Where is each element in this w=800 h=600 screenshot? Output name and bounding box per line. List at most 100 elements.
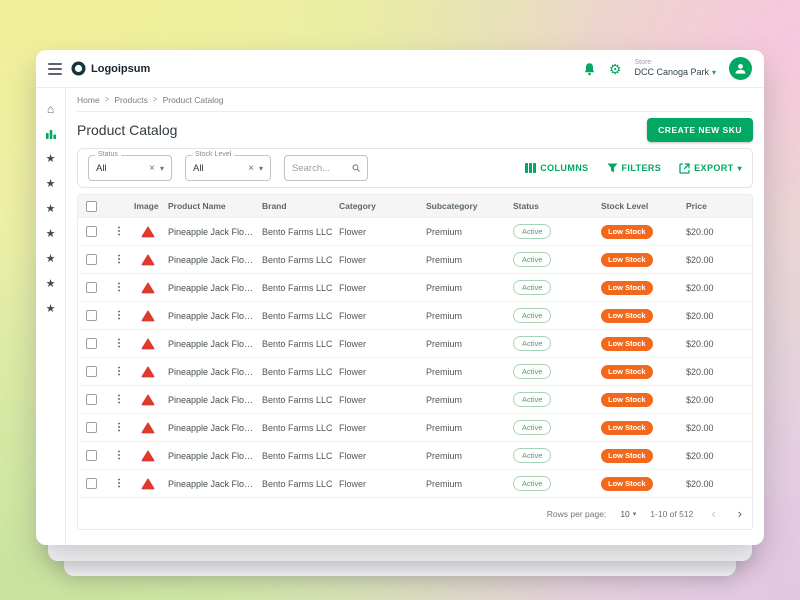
store-label: Store — [634, 58, 652, 66]
sidebar-item-favorite-3[interactable]: ★ — [36, 196, 65, 221]
row-checkbox[interactable] — [85, 282, 97, 293]
table-row: ⋮ Pineapple Jack Flower Bento Farms LLC … — [78, 217, 752, 245]
row-checkbox[interactable] — [85, 394, 97, 405]
menu-hamburger-icon[interactable] — [48, 62, 62, 75]
table-row: ⋮ Pineapple Jack Flower Bento Farms LLC … — [78, 385, 752, 413]
table-row: ⋮ Pineapple Jack Flower Bento Farms LLC … — [78, 357, 752, 385]
col-header-stock-level[interactable]: Stock Level — [601, 201, 686, 211]
breadcrumb-products[interactable]: Products — [114, 95, 148, 105]
create-new-sku-button[interactable]: CREATE NEW SKU — [647, 118, 753, 142]
row-menu-kebab-icon[interactable]: ⋮ — [108, 254, 134, 265]
row-menu-kebab-icon[interactable]: ⋮ — [108, 282, 134, 293]
row-checkbox[interactable] — [85, 422, 97, 433]
row-menu-kebab-icon[interactable]: ⋮ — [108, 450, 134, 461]
avatar[interactable] — [729, 57, 752, 80]
store-selector[interactable]: Store DCC Canoga Park ▾ — [634, 59, 716, 78]
chevron-down-icon[interactable]: ▾ — [259, 164, 263, 173]
export-button[interactable]: EXPORT ▾ — [679, 162, 742, 174]
row-checkbox[interactable] — [85, 338, 97, 349]
category-cell: Flower — [339, 478, 367, 489]
sidebar-item-products[interactable] — [36, 121, 65, 146]
clear-icon[interactable]: × — [248, 163, 254, 174]
row-menu-kebab-icon[interactable]: ⋮ — [108, 226, 134, 237]
status-badge: Active — [513, 336, 552, 351]
col-header-image[interactable]: Image — [134, 201, 168, 211]
status-badge: Active — [513, 280, 552, 295]
brand-cell: Bento Farms LLC — [262, 450, 333, 461]
logo-icon — [71, 61, 86, 76]
export-button-label: EXPORT — [694, 163, 734, 173]
sidebar-item-favorite-6[interactable]: ★ — [36, 271, 65, 296]
row-checkbox[interactable] — [85, 226, 97, 237]
sidebar-item-home[interactable]: ⌂ — [36, 96, 65, 121]
price-cell: $20.00 — [686, 254, 714, 265]
category-cell: Flower — [339, 310, 367, 321]
prev-page-button[interactable]: ‹ — [707, 507, 719, 520]
rows-per-page-select[interactable]: 10 ▾ — [620, 509, 636, 519]
col-header-subcategory[interactable]: Subcategory — [426, 201, 513, 211]
stock-level-filter-select[interactable]: Stock Level All × ▾ — [185, 151, 271, 181]
row-checkbox[interactable] — [85, 478, 97, 489]
sidebar-item-favorite-5[interactable]: ★ — [36, 246, 65, 271]
col-header-brand[interactable]: Brand — [262, 201, 339, 211]
brand-cell: Bento Farms LLC — [262, 254, 333, 265]
subcategory-cell: Premium — [426, 366, 463, 377]
row-checkbox[interactable] — [85, 310, 97, 321]
stock-level-badge: Low Stock — [601, 448, 653, 463]
chevron-down-icon[interactable]: ▾ — [160, 164, 164, 173]
bell-icon[interactable] — [583, 62, 596, 76]
breadcrumb-separator: > — [104, 95, 110, 104]
row-menu-kebab-icon[interactable]: ⋮ — [108, 338, 134, 349]
sidebar-item-favorite-7[interactable]: ★ — [36, 296, 65, 321]
row-menu-kebab-icon[interactable]: ⋮ — [108, 478, 134, 489]
product-image-icon — [141, 226, 155, 237]
rows-per-page-label: Rows per page: — [546, 508, 607, 519]
select-all-checkbox[interactable] — [85, 200, 97, 212]
col-header-price[interactable]: Price — [686, 201, 752, 211]
logo: Logoipsum — [71, 61, 150, 76]
row-checkbox[interactable] — [85, 254, 97, 265]
filter-bar: Status All × ▾ Stock Level All × ▾ Searc… — [77, 148, 753, 188]
clear-icon[interactable]: × — [149, 163, 155, 174]
product-name-cell: Pineapple Jack Flower — [168, 478, 259, 489]
row-menu-kebab-icon[interactable]: ⋮ — [108, 422, 134, 433]
sidebar-item-favorite-2[interactable]: ★ — [36, 171, 65, 196]
star-icon: ★ — [45, 303, 56, 315]
subcategory-cell: Premium — [426, 422, 463, 433]
col-header-product-name[interactable]: Product Name — [168, 201, 262, 211]
table-row: ⋮ Pineapple Jack Flower Bento Farms LLC … — [78, 273, 752, 301]
brand-cell: Bento Farms LLC — [262, 338, 333, 349]
person-icon — [735, 64, 746, 74]
row-menu-kebab-icon[interactable]: ⋮ — [108, 310, 134, 321]
table-row: ⋮ Pineapple Jack Flower Bento Farms LLC … — [78, 301, 752, 329]
breadcrumb-separator: > — [152, 95, 158, 104]
col-header-status[interactable]: Status — [513, 201, 601, 211]
sidebar-item-favorite-4[interactable]: ★ — [36, 221, 65, 246]
search-input[interactable] — [292, 162, 348, 174]
page-title: Product Catalog — [77, 122, 178, 138]
price-cell: $20.00 — [686, 226, 714, 237]
sidebar-item-favorite-1[interactable]: ★ — [36, 146, 65, 171]
search-icon — [352, 164, 360, 172]
breadcrumb-home[interactable]: Home — [77, 95, 100, 105]
row-menu-kebab-icon[interactable]: ⋮ — [108, 366, 134, 377]
category-cell: Flower — [339, 226, 367, 237]
subcategory-cell: Premium — [426, 478, 463, 489]
row-checkbox[interactable] — [85, 366, 97, 377]
columns-button[interactable]: COLUMNS — [525, 163, 588, 173]
subcategory-cell: Premium — [426, 282, 463, 293]
col-header-category[interactable]: Category — [339, 201, 426, 211]
status-filter-select[interactable]: Status All × ▾ — [88, 151, 172, 181]
filters-button[interactable]: FILTERS — [607, 163, 662, 173]
row-checkbox[interactable] — [85, 450, 97, 461]
filters-button-label: FILTERS — [621, 163, 662, 173]
gear-icon[interactable]: ⚙ — [609, 62, 622, 76]
category-cell: Flower — [339, 282, 367, 293]
next-page-button[interactable]: › — [734, 507, 746, 520]
pagination-range: 1-10 of 512 — [650, 508, 694, 519]
brand-cell: Bento Farms LLC — [262, 366, 333, 377]
status-badge: Active — [513, 364, 552, 379]
row-menu-kebab-icon[interactable]: ⋮ — [108, 394, 134, 405]
product-name-cell: Pineapple Jack Flower — [168, 282, 259, 293]
product-image-icon — [141, 422, 155, 433]
